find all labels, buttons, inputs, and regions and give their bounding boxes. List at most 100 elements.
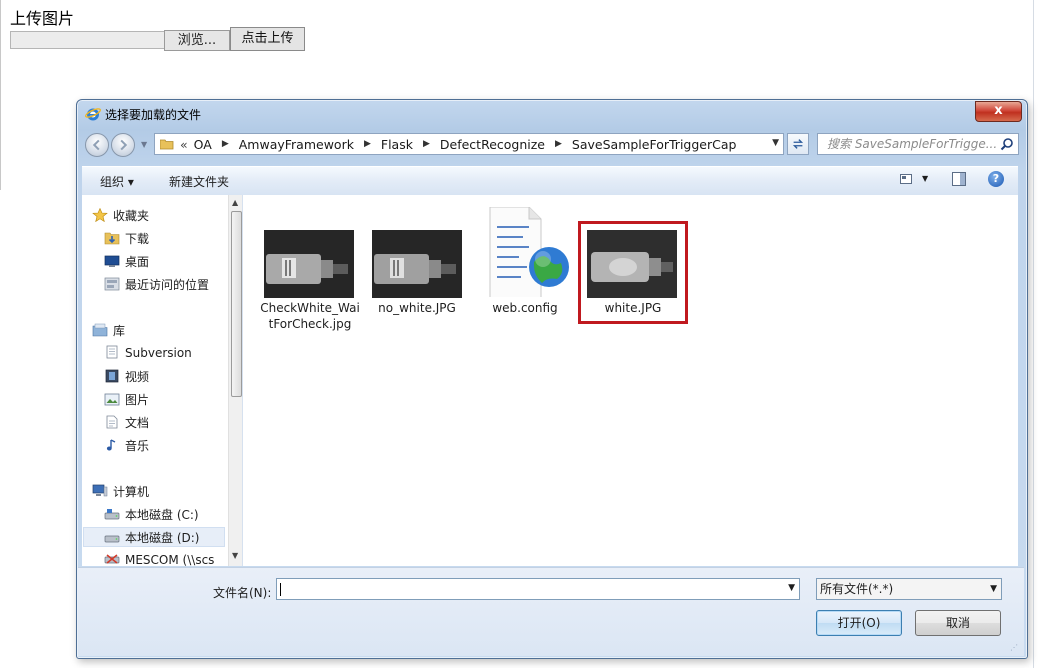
- refresh-icon: [792, 139, 804, 149]
- close-button[interactable]: x: [975, 101, 1022, 122]
- file-thumbnail-white[interactable]: [587, 230, 677, 298]
- file-path-input[interactable]: [10, 31, 165, 49]
- nav-drive-d-label: 本地磁盘 (D:): [125, 531, 200, 545]
- back-button[interactable]: [85, 133, 109, 157]
- desktop-icon: [104, 255, 120, 267]
- file-name-no-white[interactable]: no_white.JPG: [367, 300, 467, 316]
- scroll-thumb[interactable]: [231, 211, 242, 397]
- chevron-right-icon[interactable]: ▶: [423, 139, 430, 149]
- arrow-right-icon: [120, 139, 128, 151]
- file-open-dialog: 选择要加载的文件 x ▼ « OA ▶ AmwayFramework ▶ Fla…: [76, 99, 1028, 659]
- browse-button[interactable]: 浏览...: [164, 30, 230, 51]
- view-options-icon[interactable]: [900, 173, 912, 185]
- navigation-pane: 收藏夹 下载 桌面 最近访问的位置 库 Subversion 视频 图片 文档 …: [82, 195, 243, 566]
- page-left-border: [0, 0, 1, 190]
- hard-drive-icon: [104, 535, 120, 543]
- computer-icon: [92, 484, 108, 497]
- file-list: CheckWhite_WaitForCheck.jpg no_white.JPG: [243, 195, 1018, 566]
- music-icon: [106, 439, 116, 451]
- downloads-folder-icon: [104, 232, 120, 245]
- recent-locations-dropdown[interactable]: ▼: [141, 140, 147, 149]
- config-file-icon: [489, 206, 569, 300]
- nav-videos[interactable]: 视频: [104, 368, 149, 386]
- nav-recent-places[interactable]: 最近访问的位置: [104, 276, 209, 294]
- page-title: 上传图片: [10, 9, 75, 28]
- resize-grip[interactable]: ⋰: [1010, 643, 1018, 652]
- chevron-down-icon[interactable]: ▼: [772, 138, 779, 148]
- filename-input[interactable]: ▼: [276, 578, 800, 600]
- command-toolbar: 组织 ▾ 新建文件夹 ▼ ?: [82, 166, 1018, 196]
- filetype-select[interactable]: 所有文件(*.*) ▼: [816, 578, 1002, 600]
- nav-pictures-label: 图片: [125, 393, 150, 407]
- recent-places-icon: [104, 277, 120, 291]
- nav-desktop[interactable]: 桌面: [104, 253, 149, 271]
- star-icon: [92, 208, 108, 222]
- address-bar[interactable]: « OA ▶ AmwayFramework ▶ Flask ▶ DefectRe…: [154, 133, 784, 155]
- chevron-down-icon[interactable]: ▼: [990, 579, 997, 599]
- nav-recent-places-label: 最近访问的位置: [125, 278, 210, 292]
- chevron-right-icon[interactable]: ▶: [364, 139, 371, 149]
- nav-downloads[interactable]: 下载: [104, 230, 149, 248]
- breadcrumb-amwayframework[interactable]: AmwayFramework: [239, 137, 354, 152]
- nav-computer[interactable]: 计算机: [92, 483, 149, 501]
- nav-scrollbar[interactable]: ▲ ▼: [228, 195, 242, 566]
- breadcrumb-overflow[interactable]: «: [180, 137, 188, 152]
- video-icon: [105, 369, 119, 383]
- nav-network-drive-label: MESCOM (\\scs: [125, 553, 215, 566]
- nav-drive-d[interactable]: 本地磁盘 (D:): [104, 529, 199, 547]
- breadcrumb-savesample[interactable]: SaveSampleForTriggerCap: [572, 137, 737, 152]
- nav-music[interactable]: 音乐: [104, 437, 149, 455]
- scroll-down-arrow[interactable]: ▼: [232, 551, 238, 560]
- nav-favorites[interactable]: 收藏夹: [92, 207, 149, 225]
- folder-icon: [160, 139, 174, 149]
- open-button[interactable]: 打开(O): [816, 610, 902, 636]
- preview-pane-icon[interactable]: [952, 172, 966, 186]
- nav-videos-label: 视频: [125, 370, 150, 384]
- file-thumbnail-no-white[interactable]: [372, 230, 462, 298]
- documents-icon: [106, 415, 118, 429]
- chevron-right-icon[interactable]: ▶: [555, 139, 562, 149]
- libraries-icon: [92, 323, 108, 337]
- text-caret: [280, 583, 281, 596]
- nav-favorites-label: 收藏夹: [113, 209, 150, 223]
- nav-desktop-label: 桌面: [125, 255, 150, 269]
- breadcrumb-oa[interactable]: OA: [194, 137, 212, 152]
- upload-button[interactable]: 点击上传: [230, 27, 305, 51]
- scroll-up-arrow[interactable]: ▲: [232, 198, 238, 207]
- nav-pictures[interactable]: 图片: [104, 391, 149, 409]
- nav-documents-label: 文档: [125, 416, 150, 430]
- nav-network-drive[interactable]: MESCOM (\\scs: [104, 552, 214, 566]
- nav-subversion-label: Subversion: [125, 346, 192, 360]
- nav-downloads-label: 下载: [125, 232, 150, 246]
- nav-computer-label: 计算机: [113, 485, 150, 499]
- breadcrumb-flask[interactable]: Flask: [381, 137, 413, 152]
- chevron-down-icon[interactable]: ▼: [922, 174, 928, 183]
- file-thumbnail-checkwhite[interactable]: [264, 230, 354, 298]
- arrow-left-icon: [92, 139, 100, 151]
- nav-drive-c-label: 本地磁盘 (C:): [125, 508, 199, 522]
- forward-button[interactable]: [111, 133, 135, 157]
- breadcrumb-defectrecognize[interactable]: DefectRecognize: [440, 137, 545, 152]
- file-name-checkwhite[interactable]: CheckWhite_WaitForCheck.jpg: [260, 300, 360, 332]
- search-input[interactable]: 搜索 SaveSampleForTrigge...: [817, 133, 1019, 155]
- help-button[interactable]: ?: [988, 171, 1004, 187]
- refresh-button[interactable]: [787, 133, 809, 155]
- file-icon-web-config[interactable]: [487, 206, 577, 300]
- nav-libraries[interactable]: 库: [92, 322, 125, 340]
- cancel-button[interactable]: 取消: [915, 610, 1001, 636]
- file-name-web-config[interactable]: web.config: [475, 300, 575, 316]
- network-drive-icon: [104, 554, 120, 564]
- chevron-down-icon[interactable]: ▼: [788, 583, 795, 593]
- pictures-icon: [104, 393, 120, 406]
- nav-music-label: 音乐: [125, 439, 150, 453]
- dialog-footer: 文件名(N): ▼ 所有文件(*.*) ▼ 打开(O) 取消 ⋰: [78, 567, 1024, 656]
- search-icon: [1000, 138, 1013, 151]
- nav-subversion[interactable]: Subversion: [104, 345, 192, 363]
- nav-drive-c[interactable]: 本地磁盘 (C:): [104, 506, 199, 524]
- organize-menu[interactable]: 组织 ▾: [100, 173, 134, 190]
- file-name-white[interactable]: white.JPG: [583, 300, 683, 316]
- new-folder-button[interactable]: 新建文件夹: [169, 173, 229, 190]
- nav-documents[interactable]: 文档: [104, 414, 149, 432]
- hard-drive-icon: [104, 509, 120, 520]
- chevron-right-icon[interactable]: ▶: [222, 139, 229, 149]
